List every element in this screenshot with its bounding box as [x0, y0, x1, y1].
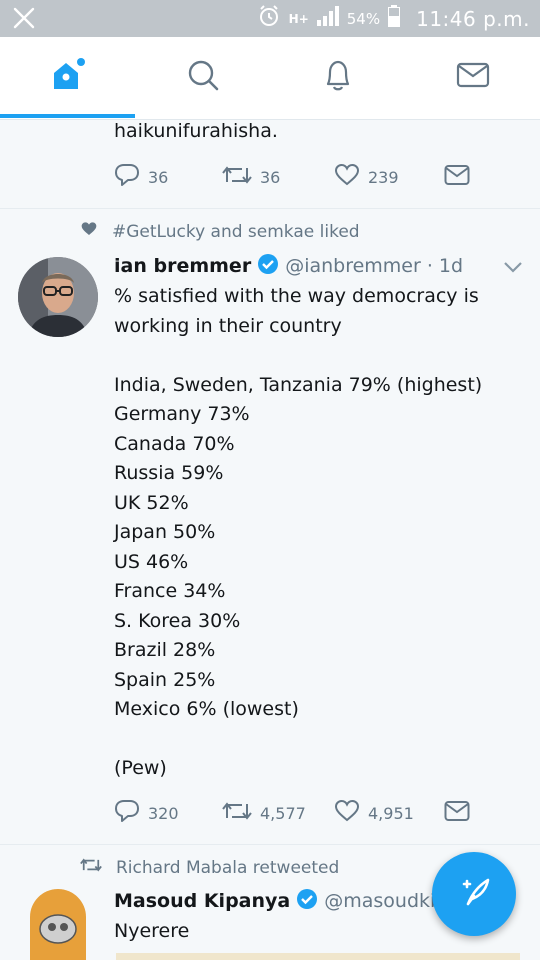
retweet-icon	[222, 800, 252, 826]
network-type: H+	[288, 11, 309, 26]
reply-icon	[114, 799, 140, 827]
reply-count: 320	[148, 803, 179, 823]
social-context-label: Richard Mabala retweeted	[116, 857, 340, 878]
tab-home[interactable]	[0, 37, 135, 117]
heart-icon	[334, 799, 360, 827]
like-button[interactable]: 239	[334, 163, 444, 191]
direct-message-button[interactable]	[444, 800, 470, 826]
dot-separator: ·	[426, 255, 433, 277]
envelope-icon	[444, 164, 470, 190]
clock: 11:46 p.m.	[416, 6, 530, 31]
compose-tweet-button[interactable]	[432, 852, 516, 936]
tweet-actions: 36 36 239	[114, 163, 470, 191]
retweet-count: 4,577	[260, 803, 306, 823]
avatar[interactable]	[18, 257, 98, 337]
top-navigation	[0, 37, 540, 120]
tweet-header: ian bremmer @ianbremmer · 1d	[114, 253, 463, 279]
reply-icon	[114, 163, 140, 191]
like-count: 239	[368, 167, 399, 187]
retweet-button[interactable]: 36	[222, 164, 334, 190]
tab-search[interactable]	[135, 37, 270, 117]
verified-badge-icon	[296, 888, 318, 914]
heart-icon	[334, 163, 360, 191]
author-name[interactable]: Masoud Kipanya	[114, 890, 290, 912]
verified-badge-icon	[257, 253, 279, 279]
reply-count: 36	[148, 167, 169, 187]
direct-message-button[interactable]	[444, 164, 470, 190]
author-handle[interactable]: @ianbremmer	[285, 255, 421, 277]
notifications-icon	[322, 58, 354, 96]
social-context: Richard Mabala retweeted	[80, 857, 339, 878]
tweet-timestamp: 1d	[438, 255, 464, 277]
author-name[interactable]: ian bremmer	[114, 255, 251, 277]
retweet-button[interactable]: 4,577	[222, 800, 334, 826]
tweet-header: Masoud Kipanya @masoudkip...	[114, 888, 465, 914]
retweet-icon	[80, 857, 102, 878]
tweet-text: haikunifurahisha.	[114, 120, 278, 142]
tweet-text: % satisfied with the way democracy is wo…	[114, 285, 483, 779]
search-icon	[186, 58, 220, 96]
like-button[interactable]: 4,951	[334, 799, 444, 827]
envelope-icon	[444, 800, 470, 826]
avatar[interactable]	[30, 889, 86, 960]
close-icon	[12, 6, 36, 34]
social-context: #GetLucky and semkae liked	[80, 221, 360, 242]
tab-notifications[interactable]	[270, 37, 405, 117]
media-preview[interactable]	[116, 953, 520, 960]
like-count: 4,951	[368, 803, 414, 823]
tweet-text: Nyerere	[114, 920, 190, 942]
alarm-icon	[257, 4, 281, 33]
reply-button[interactable]: 36	[114, 163, 222, 191]
tweet-main[interactable]: #GetLucky and semkae liked ian bremmer @…	[0, 209, 540, 849]
retweet-icon	[222, 164, 252, 190]
home-icon	[50, 57, 86, 97]
compose-feather-icon	[454, 872, 494, 916]
tab-messages[interactable]	[405, 37, 540, 117]
signal-icon	[316, 6, 339, 31]
tweet-actions: 320 4,577 4,951	[114, 799, 470, 827]
messages-icon	[456, 61, 490, 93]
status-bar: H+ 54% 11:46 p.m.	[0, 0, 540, 37]
heart-filled-icon	[80, 221, 98, 242]
tweet-menu-chevron-icon[interactable]	[502, 259, 524, 279]
reply-button[interactable]: 320	[114, 799, 222, 827]
tweet-previous[interactable]: haikunifurahisha. 36 36 239	[0, 120, 540, 201]
social-context-label: #GetLucky and semkae liked	[112, 221, 360, 242]
battery-percent: 54%	[346, 9, 381, 28]
battery-icon	[388, 5, 401, 32]
retweet-count: 36	[260, 167, 281, 187]
